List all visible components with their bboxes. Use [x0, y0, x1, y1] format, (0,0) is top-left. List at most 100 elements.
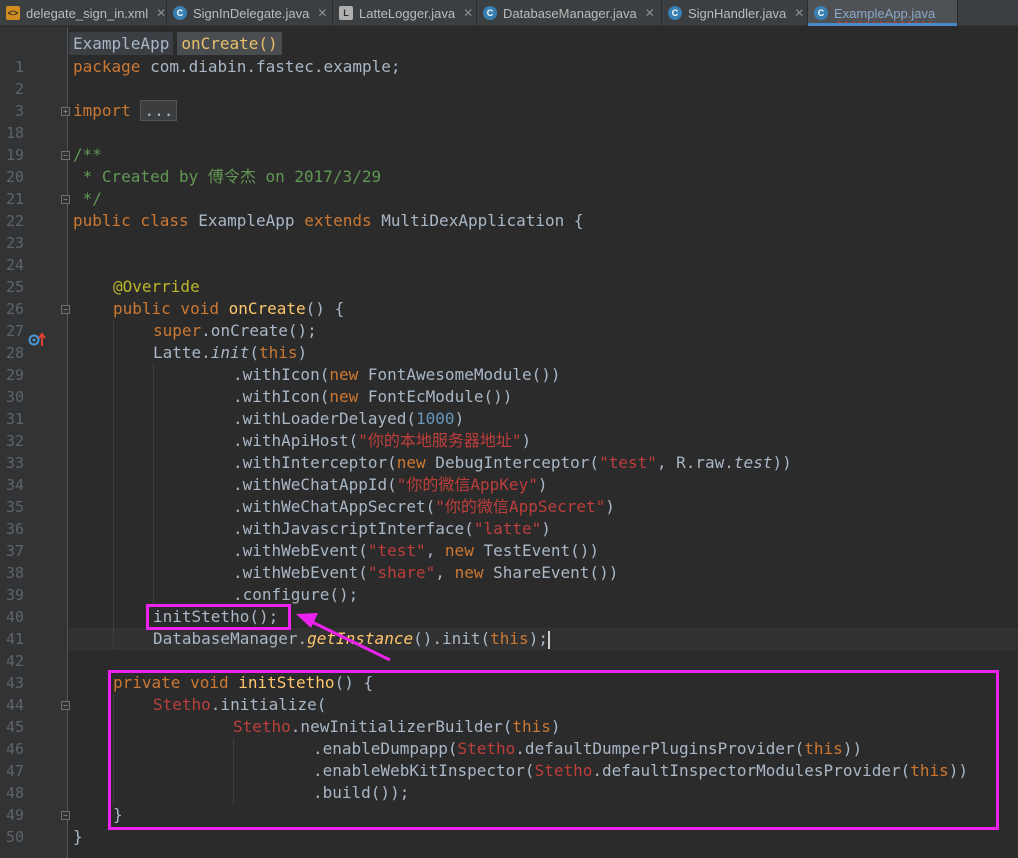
code-text: Latte.	[153, 343, 211, 362]
code-line: super.onCreate();	[153, 320, 317, 342]
method-name: onCreate	[228, 299, 306, 318]
code-text: )	[454, 409, 465, 428]
code-line: .withIcon(new FontEcModule())	[233, 386, 512, 408]
string-literal: "你的本地服务器地址"	[358, 431, 522, 450]
code-text: .withWeChatAppId(	[233, 475, 397, 494]
string-literal: "share"	[367, 563, 436, 582]
line-number: 20	[5, 168, 24, 186]
tab-databasemanager[interactable]: C DatabaseManager.java ✕	[477, 0, 662, 26]
static-call: getInstance	[307, 629, 414, 648]
code-text: )	[297, 343, 308, 362]
line-number: 26	[5, 300, 24, 318]
keyword: new	[444, 541, 474, 560]
line-number: 39	[5, 586, 24, 604]
line-number: 33	[5, 454, 24, 472]
line-number: 44	[5, 696, 24, 714]
code-line: package com.diabin.fastec.example;	[73, 56, 401, 78]
code-text: ,	[425, 541, 445, 560]
code-text: FontAwesomeModule())	[358, 365, 561, 384]
tab-lattelogger[interactable]: L LatteLogger.java ✕	[333, 0, 477, 26]
keyword: public void	[113, 299, 219, 318]
code-text: ().init(	[413, 629, 491, 648]
static-call: init	[210, 343, 250, 362]
line-number: 40	[5, 608, 24, 626]
code-line: @Override	[113, 277, 200, 296]
line-number: 1	[14, 58, 24, 76]
keyword: new	[329, 365, 359, 384]
line-number: 47	[5, 762, 24, 780]
line-number: 41	[5, 630, 24, 648]
tab-label: LatteLogger.java	[359, 5, 456, 21]
string-literal: "你的微信AppSecret"	[435, 497, 606, 516]
breadcrumb-class[interactable]: ExampleApp	[69, 32, 174, 55]
code-line: .withWeChatAppSecret("你的微信AppSecret")	[233, 496, 615, 518]
code-text: MultiDexApplication {	[371, 211, 584, 230]
code-line: }	[73, 827, 83, 846]
code-line: .withApiHost("你的本地服务器地址")	[233, 430, 531, 452]
folded-imports[interactable]: ...	[140, 100, 178, 121]
code-text: ShareEvent())	[483, 563, 619, 582]
code-text: ,	[435, 563, 455, 582]
code-text: .withJavascriptInterface(	[233, 519, 474, 538]
line-number: 43	[5, 674, 24, 692]
close-icon[interactable]: ✕	[156, 6, 166, 20]
keyword: new	[396, 453, 426, 472]
keyword: new	[329, 387, 359, 406]
code-line: .withWebEvent("share", new ShareEvent())	[233, 562, 618, 584]
code-text: )	[605, 497, 615, 516]
code-text: .withInterceptor(	[233, 453, 397, 472]
close-icon[interactable]: ✕	[645, 6, 655, 20]
line-number: 45	[5, 718, 24, 736]
keyword: package	[73, 57, 141, 76]
line-number: 23	[5, 234, 24, 252]
line-number: 46	[5, 740, 24, 758]
java-file-icon: L	[339, 6, 353, 20]
tab-delegate-sign-in-xml[interactable]: <> delegate_sign_in.xml ✕	[0, 0, 167, 26]
line-number: 50	[5, 828, 24, 846]
string-literal: "你的微信AppKey"	[396, 475, 538, 494]
line-number: 37	[5, 542, 24, 560]
line-number: 22	[5, 212, 24, 230]
line-number: 49	[5, 806, 24, 824]
keyword: public class	[73, 211, 189, 230]
line-number: 3	[14, 102, 24, 120]
tab-label: ExampleApp.java	[834, 5, 936, 21]
java-class-icon: C	[668, 6, 682, 20]
code-text: .withApiHost(	[233, 431, 359, 450]
code-line: /**	[73, 145, 102, 164]
code-text: .withWebEvent(	[233, 563, 368, 582]
line-number: 34	[5, 476, 24, 494]
code-line: DatabaseManager.getInstance().init(this)…	[153, 628, 550, 650]
code-text: )	[521, 431, 532, 450]
code-line: */	[73, 189, 102, 208]
close-icon[interactable]: ✕	[317, 6, 327, 20]
code-text: .withLoaderDelayed(	[233, 409, 417, 428]
code-text: FontEcModule())	[358, 387, 513, 406]
line-number: 31	[5, 410, 24, 428]
code-text: .withWebEvent(	[233, 541, 368, 560]
breadcrumb: ExampleApp onCreate()	[69, 32, 282, 55]
code-text: DebugInterceptor(	[425, 453, 600, 472]
keyword: super	[153, 321, 202, 340]
code-text: .withIcon(	[233, 387, 330, 406]
code-line: .withJavascriptInterface("latte")	[233, 518, 551, 540]
line-number: 35	[5, 498, 24, 516]
close-icon[interactable]: ✕	[794, 6, 804, 20]
tab-exampleapp[interactable]: C ExampleApp.java	[808, 0, 958, 26]
tab-signhandler[interactable]: C SignHandler.java ✕	[662, 0, 808, 26]
override-method-icon[interactable]	[28, 332, 48, 348]
code-line: .configure();	[233, 585, 359, 604]
line-number: 30	[5, 388, 24, 406]
editor-tab-bar: <> delegate_sign_in.xml ✕ C SignInDelega…	[0, 0, 1018, 26]
code-text: DatabaseManager.	[153, 629, 308, 648]
close-icon[interactable]: ✕	[463, 6, 473, 20]
code-text: )	[537, 475, 548, 494]
highlight-box-initstetho-method	[108, 670, 999, 830]
tab-label: SignHandler.java	[688, 5, 787, 21]
keyword: extends	[304, 211, 372, 230]
line-number: 2	[14, 80, 24, 98]
line-number: 21	[5, 190, 24, 208]
code-line: import ...	[73, 100, 178, 122]
tab-signindelegate[interactable]: C SignInDelegate.java ✕	[167, 0, 333, 26]
breadcrumb-method[interactable]: onCreate()	[177, 32, 282, 55]
